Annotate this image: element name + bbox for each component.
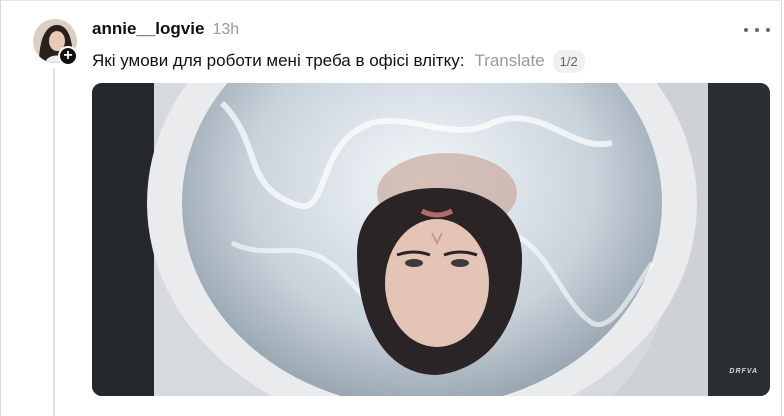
post-body: Які умови для роботи мені треба в офісі …	[92, 48, 585, 74]
ice-bath-photo	[92, 83, 770, 396]
post-text: Які умови для роботи мені треба в офісі …	[92, 51, 465, 70]
thread-line	[53, 68, 55, 416]
post-header: annie__logvie 13h	[92, 19, 239, 41]
more-options-icon[interactable]	[744, 20, 770, 40]
dot	[755, 28, 759, 32]
timestamp[interactable]: 13h	[212, 21, 239, 39]
translate-link[interactable]: Translate	[474, 51, 544, 71]
video-watermark: DRFVA	[729, 368, 758, 375]
username-link[interactable]: annie__logvie	[92, 19, 204, 39]
media-page-indicator: 1/2	[552, 49, 585, 73]
post-media-image[interactable]: DRFVA	[92, 83, 770, 396]
dot	[766, 28, 770, 32]
dot	[744, 28, 748, 32]
avatar-container[interactable]: +	[33, 19, 78, 66]
follow-plus-icon[interactable]: +	[58, 46, 78, 66]
